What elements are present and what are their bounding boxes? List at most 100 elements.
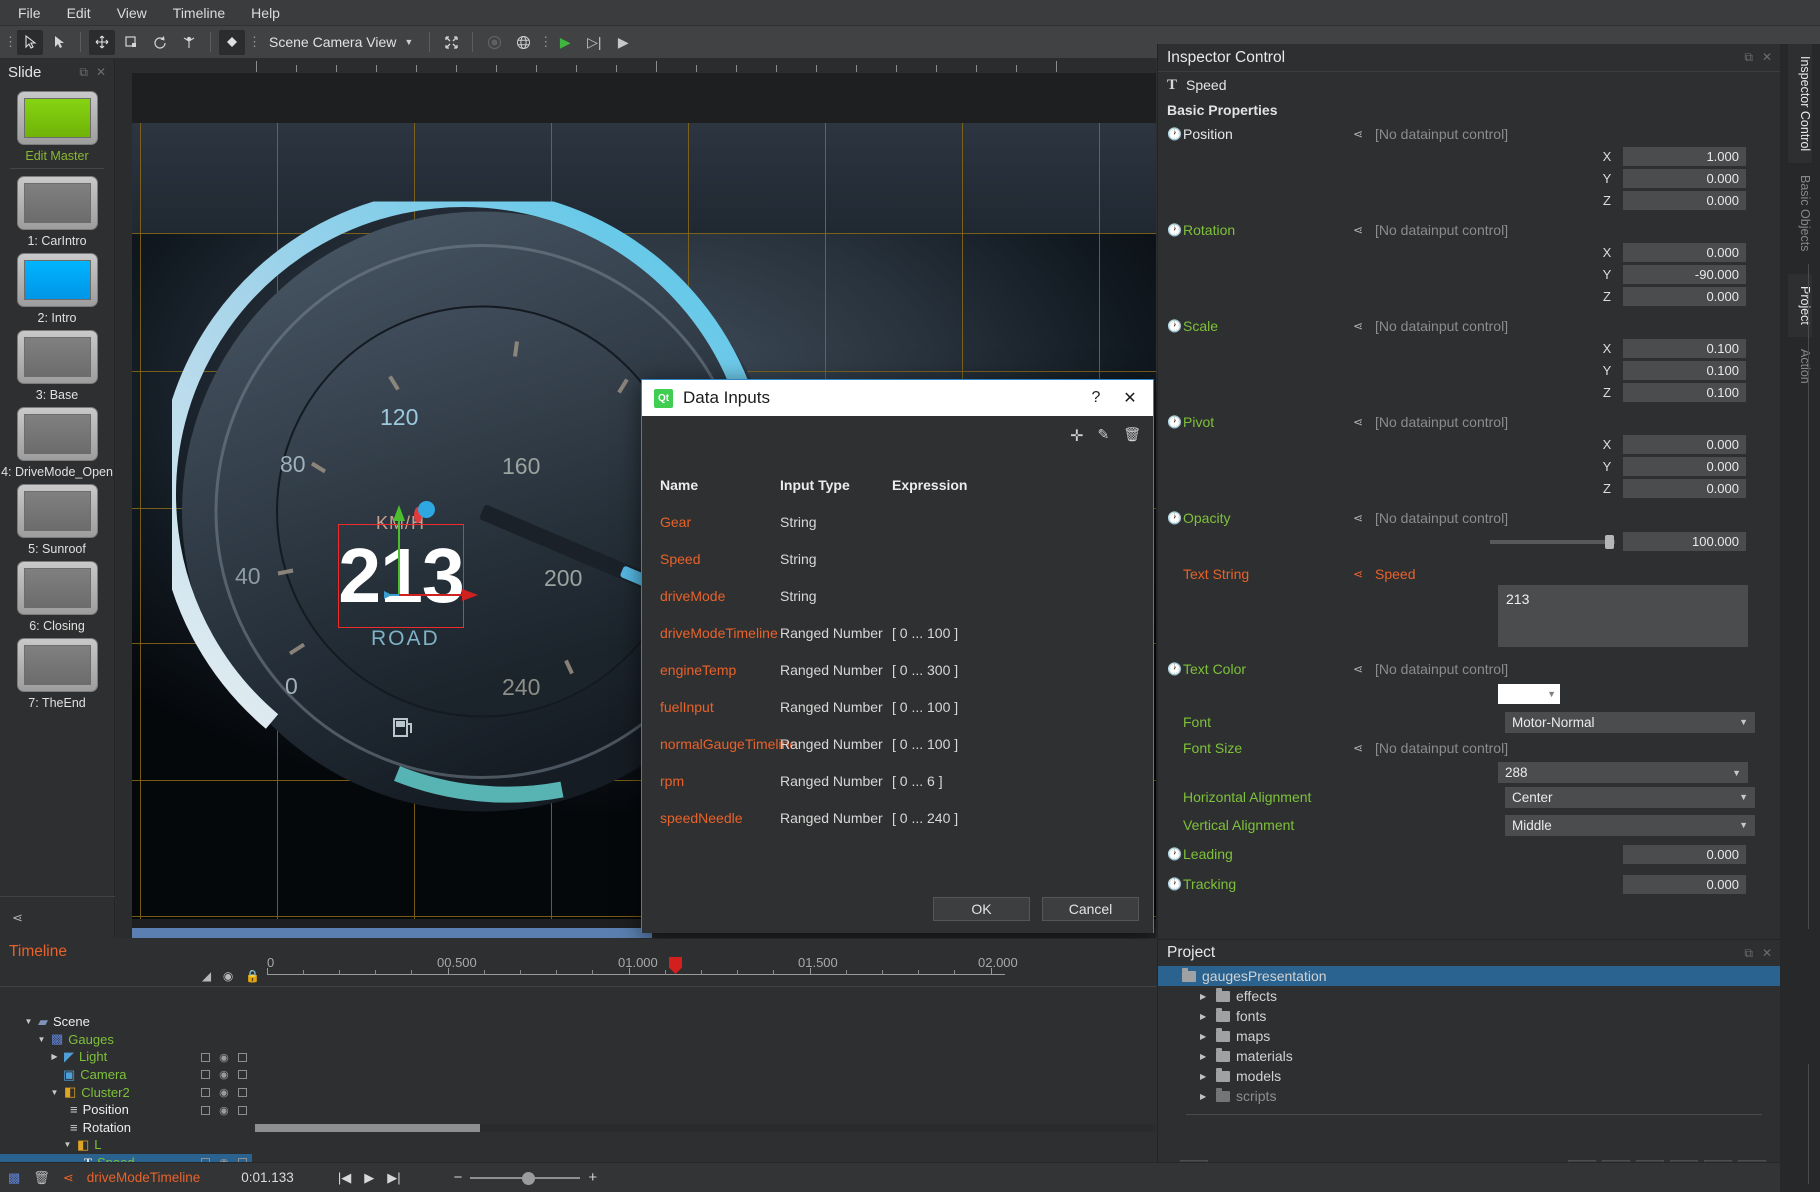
project-folder-row[interactable]: ▶ fonts xyxy=(1158,1006,1780,1026)
pivot-y-field[interactable]: 0.000 xyxy=(1623,457,1746,476)
datainput-link-icon[interactable]: ⋖ xyxy=(1353,511,1375,525)
menu-view[interactable]: View xyxy=(105,2,159,24)
clock-icon[interactable]: 🕐 xyxy=(1167,127,1183,141)
column-header-input-type[interactable]: Input Type xyxy=(780,477,892,493)
position-z-field[interactable]: 0.000 xyxy=(1623,191,1746,210)
chevron-right-icon[interactable]: ▶ xyxy=(50,1052,59,1061)
shading-mode-icon[interactable] xyxy=(481,30,507,55)
add-icon[interactable]: ✛ xyxy=(1070,426,1083,446)
close-icon[interactable]: ✕ xyxy=(96,65,106,80)
chevron-right-icon[interactable]: ▶ xyxy=(1200,1032,1210,1041)
current-time-display[interactable]: 0:01.133 xyxy=(241,1170,294,1185)
lock-toggle[interactable] xyxy=(238,1106,247,1115)
project-folder-row[interactable]: ▶ maps xyxy=(1158,1026,1780,1046)
datainput-icon[interactable]: ⋖ xyxy=(12,910,23,926)
clock-icon[interactable]: 🕐 xyxy=(1167,223,1183,237)
move-tool-icon[interactable] xyxy=(89,30,115,55)
slide-item-2[interactable]: 2: Intro xyxy=(0,253,114,325)
forward-icon[interactable]: ▶| xyxy=(387,1170,400,1186)
table-row[interactable]: Gear String xyxy=(660,503,1143,540)
menu-edit[interactable]: Edit xyxy=(55,2,103,24)
text-color-swatch[interactable]: ▼ xyxy=(1498,684,1560,704)
slide-item-5[interactable]: 5: Sunroof xyxy=(0,484,114,556)
table-row[interactable]: normalGaugeTimeline Ranged Number [ 0 ..… xyxy=(660,725,1143,762)
pivot-x-field[interactable]: 0.000 xyxy=(1623,435,1746,454)
position-y-field[interactable]: 0.000 xyxy=(1623,169,1746,188)
zoom-slider[interactable] xyxy=(470,1177,580,1179)
eye-toggle[interactable]: ◉ xyxy=(219,1051,229,1064)
select-pointer-icon[interactable] xyxy=(17,30,43,55)
shy-toggle[interactable] xyxy=(201,1053,210,1062)
datainput-link-icon[interactable]: ⋖ xyxy=(1353,127,1375,141)
eye-toggle[interactable]: ◉ xyxy=(219,1086,229,1099)
datainput-link-icon[interactable]: ⋖ xyxy=(1353,662,1375,676)
leading-field[interactable]: 0.000 xyxy=(1623,845,1746,864)
slide-item-7[interactable]: 7: TheEnd xyxy=(0,638,114,710)
table-row[interactable]: speedNeedle Ranged Number [ 0 ... 240 ] xyxy=(660,799,1143,836)
fit-selection-icon[interactable] xyxy=(438,30,464,55)
dock-tab-inspector-control[interactable]: Inspector Control xyxy=(1788,44,1812,163)
scale-x-field[interactable]: 0.100 xyxy=(1623,339,1746,358)
lock-toggle[interactable] xyxy=(238,1053,247,1062)
play-from-start-icon[interactable]: ▷| xyxy=(581,30,607,55)
eye-toggle[interactable]: ◉ xyxy=(219,1068,229,1081)
rotation-y-field[interactable]: -90.000 xyxy=(1623,265,1746,284)
vertical-alignment-select[interactable]: Middle ▼ xyxy=(1505,815,1755,836)
clock-icon[interactable]: 🕐 xyxy=(1167,847,1183,861)
zoom-in-button[interactable]: + xyxy=(588,1169,597,1186)
position-x-field[interactable]: 1.000 xyxy=(1623,147,1746,166)
slide-item-4[interactable]: 4: DriveMode_Open xyxy=(0,407,114,479)
eye-toggle[interactable]: ◉ xyxy=(219,1104,229,1117)
close-icon[interactable]: ✕ xyxy=(1762,946,1772,961)
delete-icon[interactable]: 🗑 xyxy=(1123,426,1141,446)
wireframe-globe-icon[interactable] xyxy=(510,30,536,55)
scale-z-field[interactable]: 0.100 xyxy=(1623,383,1746,402)
dock-tab-basic-objects[interactable]: Basic Objects xyxy=(1788,163,1812,263)
scale-y-field[interactable]: 0.100 xyxy=(1623,361,1746,380)
ok-button[interactable]: OK xyxy=(933,897,1030,921)
play-to-end-icon[interactable]: ▶ xyxy=(610,30,636,55)
shy-toggle[interactable] xyxy=(201,1070,210,1079)
rewind-icon[interactable]: |◀ xyxy=(338,1170,351,1186)
lock-icon[interactable]: 🔒 xyxy=(245,969,260,983)
play-icon[interactable]: ▶ xyxy=(364,1170,374,1186)
select-group-icon[interactable] xyxy=(46,30,72,55)
play-icon[interactable]: ▶ xyxy=(552,30,578,55)
menu-file[interactable]: File xyxy=(6,2,53,24)
table-row[interactable]: fuelInput Ranged Number [ 0 ... 100 ] xyxy=(660,688,1143,725)
table-row[interactable]: driveMode String xyxy=(660,577,1143,614)
shy-toggle[interactable] xyxy=(201,1088,210,1097)
column-header-expression[interactable]: Expression xyxy=(892,477,1032,493)
text-string-input[interactable]: 213 xyxy=(1498,585,1748,647)
chevron-down-icon[interactable]: ▼ xyxy=(24,1017,33,1026)
chevron-right-icon[interactable]: ▶ xyxy=(1200,992,1210,1001)
float-icon[interactable]: ⧉ xyxy=(79,65,88,80)
camera-view-selector[interactable]: Scene Camera View ▼ xyxy=(261,32,421,52)
timeline-ruler[interactable]: 0 00.500 01.000 01.500 02.000 xyxy=(265,955,1157,981)
edit-icon[interactable]: ✎ xyxy=(1097,426,1109,446)
datainput-link-icon[interactable]: ⋖ xyxy=(1353,223,1375,237)
rotation-z-field[interactable]: 0.000 xyxy=(1623,287,1746,306)
clock-icon[interactable]: 🕐 xyxy=(1167,662,1183,676)
project-folder-row[interactable]: ▶ effects xyxy=(1158,986,1780,1006)
chevron-right-icon[interactable]: ▶ xyxy=(1200,1012,1210,1021)
opacity-field[interactable]: 100.000 xyxy=(1623,532,1746,551)
datainput-link-icon[interactable]: ⋖ xyxy=(1353,319,1375,333)
tracking-field[interactable]: 0.000 xyxy=(1623,875,1746,894)
project-folder-row[interactable]: ▶ models xyxy=(1158,1066,1780,1086)
playhead-handle[interactable] xyxy=(669,957,682,974)
project-folder-row[interactable]: ▶ materials xyxy=(1158,1046,1780,1066)
chevron-down-icon[interactable]: ▼ xyxy=(50,1088,59,1097)
datainput-link-icon[interactable]: ⋖ xyxy=(1353,415,1375,429)
slide-item-3[interactable]: 3: Base xyxy=(0,330,114,402)
lock-toggle[interactable] xyxy=(238,1070,247,1079)
layer-icon[interactable]: ▩ xyxy=(8,1170,20,1186)
clock-icon[interactable]: 🕐 xyxy=(1167,415,1183,429)
timeline-zoom-control[interactable]: − + xyxy=(454,1169,598,1186)
menu-timeline[interactable]: Timeline xyxy=(161,2,237,24)
datainput-link-icon[interactable]: ⋖ xyxy=(1353,567,1375,581)
scale-tool-icon[interactable] xyxy=(118,30,144,55)
close-icon[interactable]: ✕ xyxy=(1762,50,1772,65)
shy-icon[interactable]: ◢ xyxy=(202,969,211,983)
clock-icon[interactable]: 🕐 xyxy=(1167,511,1183,525)
